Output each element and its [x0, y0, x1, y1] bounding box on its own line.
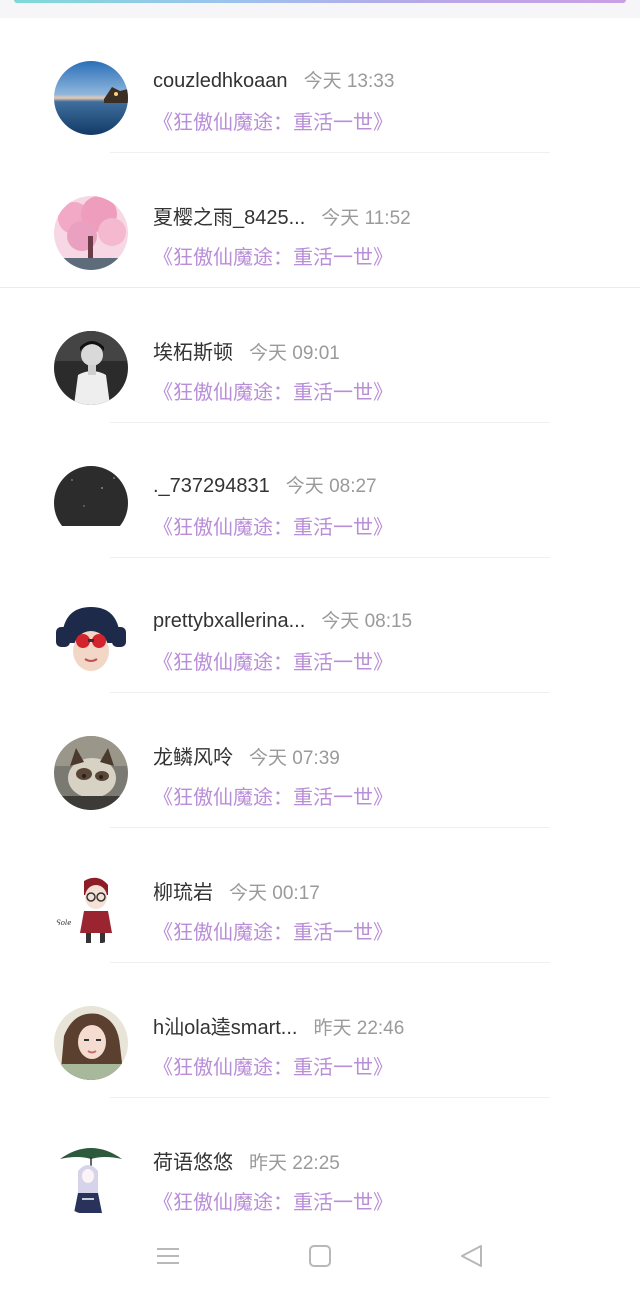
book-link[interactable]: 《狂傲仙魔途：重活一世》	[153, 241, 393, 270]
list-item[interactable]: ._737294831 今天 08:27 《狂傲仙魔途：重活一世》	[0, 423, 640, 558]
username[interactable]: 龙鳞风呤 今天 07:39	[153, 741, 340, 770]
book-link[interactable]: 《狂傲仙魔途：重活一世》	[153, 511, 393, 540]
username[interactable]: 埃柘斯顿 今天 09:01	[153, 336, 340, 365]
book-link[interactable]: 《狂傲仙魔途：重活一世》	[153, 106, 393, 135]
book-link[interactable]: 《狂傲仙魔途：重活一世》	[153, 781, 393, 810]
system-nav-bar	[0, 1221, 640, 1291]
username[interactable]: ._737294831 今天 08:27	[153, 471, 377, 498]
comment-time: 今天 11:52	[321, 208, 411, 229]
hat-sunglasses-avatar-icon[interactable]	[54, 601, 128, 675]
username-text: 荷语悠悠	[153, 1152, 233, 1174]
menu-icon[interactable]	[153, 1241, 183, 1271]
header-accent-bar	[14, 0, 626, 3]
book-link[interactable]: 《狂傲仙魔途：重活一世》	[153, 376, 393, 405]
username-text: 夏樱之雨_8425...	[153, 207, 306, 229]
list-item[interactable]: h汕ola逵smart... 昨天 22:46 《狂傲仙魔途：重活一世》	[0, 963, 640, 1098]
svg-text:Sole: Sole	[56, 919, 71, 927]
username-text: ._737294831	[153, 475, 270, 497]
comment-time: 今天 08:15	[321, 611, 413, 632]
list-item[interactable]: 龙鳞风呤 今天 07:39 《狂傲仙魔途：重活一世》	[0, 693, 640, 828]
list-item[interactable]: prettybxallerina... 今天 08:15 《狂傲仙魔途：重活一世》	[0, 558, 640, 693]
home-square-icon[interactable]	[305, 1241, 335, 1271]
username-text: h汕ola逵smart...	[153, 1017, 298, 1039]
list-item[interactable]: 荷语悠悠 昨天 22:25 《狂傲仙魔途：重活一世》	[0, 1098, 640, 1233]
username[interactable]: couzledhkoaan 今天 13:33	[153, 66, 394, 93]
comment-time: 今天 13:33	[303, 71, 395, 92]
book-link[interactable]: 《狂傲仙魔途：重活一世》	[153, 916, 393, 945]
list-item[interactable]: couzledhkoaan 今天 13:33 《狂傲仙魔途：重活一世》	[0, 18, 640, 153]
username-text: 柳琉岩	[153, 882, 213, 904]
anime-girl-umbrella-avatar-icon[interactable]	[54, 1141, 128, 1215]
comment-time: 今天 09:01	[249, 343, 340, 364]
username[interactable]: 夏樱之雨_8425... 今天 11:52	[153, 201, 411, 230]
cherry-blossom-avatar-icon[interactable]	[54, 196, 128, 270]
username[interactable]: 柳琉岩 今天 00:17	[153, 876, 320, 905]
list-item[interactable]: 埃柘斯顿 今天 09:01 《狂傲仙魔途：重活一世》	[0, 288, 640, 423]
list-item[interactable]: 夏樱之雨_8425... 今天 11:52 《狂傲仙魔途：重活一世》	[0, 153, 640, 288]
top-strip	[0, 0, 640, 18]
comment-list: couzledhkoaan 今天 13:33 《狂傲仙魔途：重活一世》 夏樱之雨_…	[0, 18, 640, 1233]
username-text: 埃柘斯顿	[153, 342, 233, 364]
username-text: prettybxallerina...	[153, 610, 306, 632]
username[interactable]: prettybxallerina... 今天 08:15	[153, 606, 412, 633]
list-item[interactable]: Sole 柳琉岩 今天 00:17 《狂傲仙魔途：重活一世》	[0, 828, 640, 963]
comment-time: 昨天 22:25	[249, 1153, 340, 1174]
book-link[interactable]: 《狂傲仙魔途：重活一世》	[153, 646, 393, 675]
book-link[interactable]: 《狂傲仙魔途：重活一世》	[153, 1051, 393, 1080]
book-link[interactable]: 《狂傲仙魔途：重活一世》	[153, 1186, 393, 1215]
back-triangle-icon[interactable]	[457, 1241, 487, 1271]
lake-sunset-avatar-icon[interactable]	[54, 61, 128, 135]
username-text: couzledhkoaan	[153, 70, 288, 92]
username[interactable]: 荷语悠悠 昨天 22:25	[153, 1146, 340, 1175]
username[interactable]: h汕ola逵smart... 昨天 22:46	[153, 1011, 404, 1040]
comment-time: 今天 07:39	[249, 748, 340, 769]
username-text: 龙鳞风呤	[153, 747, 233, 769]
woman-portrait-avatar-icon[interactable]	[54, 1006, 128, 1080]
dark-night-avatar-icon[interactable]	[54, 466, 128, 540]
person-bw-avatar-icon[interactable]	[54, 331, 128, 405]
cat-avatar-icon[interactable]	[54, 736, 128, 810]
cartoon-boy-avatar-icon[interactable]: Sole	[54, 871, 128, 945]
comment-time: 昨天 22:46	[313, 1018, 405, 1039]
comment-time: 今天 08:27	[285, 476, 377, 497]
comment-time: 今天 00:17	[229, 883, 320, 904]
